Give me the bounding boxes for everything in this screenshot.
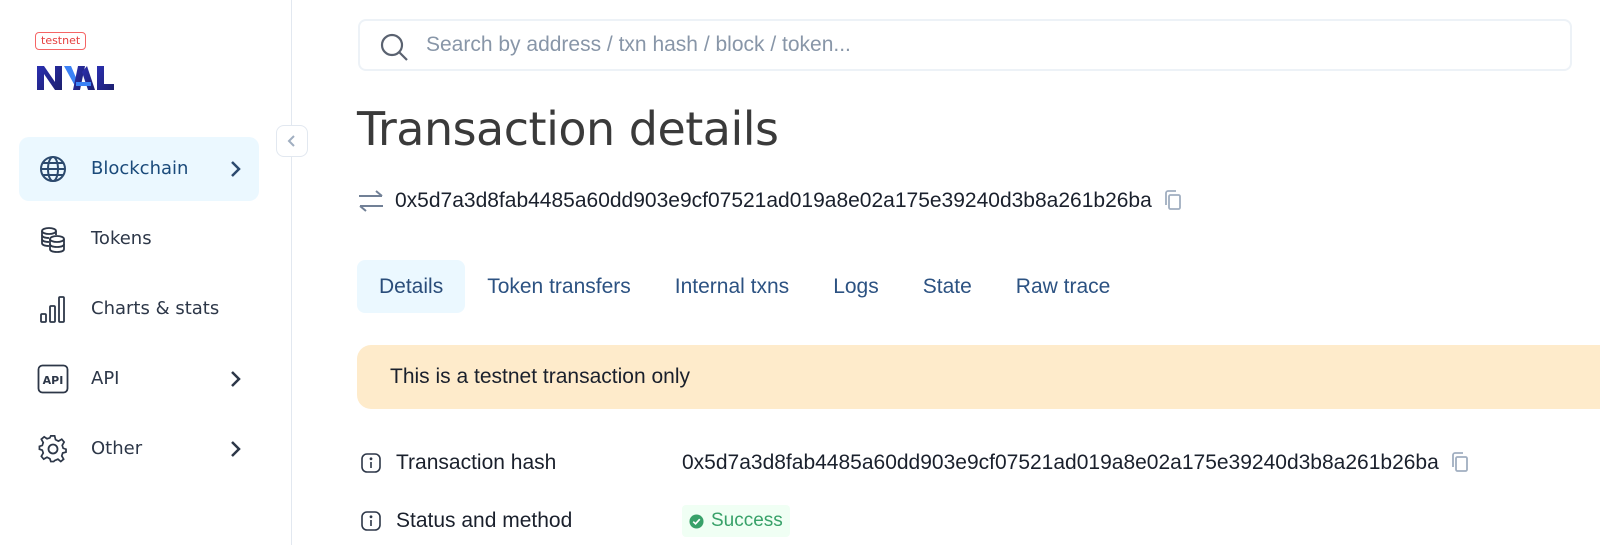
chevron-right-icon <box>231 441 241 457</box>
sidebar: testnet Blockchain Tokens Charts & stats… <box>0 0 292 545</box>
testnet-alert: This is a testnet transaction only <box>357 345 1600 409</box>
bar-chart-icon <box>37 293 69 325</box>
gear-icon <box>37 433 69 465</box>
tab-raw-trace[interactable]: Raw trace <box>994 260 1133 313</box>
sidebar-item-charts-stats[interactable]: Charts & stats <box>19 277 259 341</box>
sidebar-item-tokens[interactable]: Tokens <box>19 207 259 271</box>
network-badge: testnet <box>35 32 87 50</box>
detail-row-status: Status and method <box>360 506 572 536</box>
sidebar-item-api[interactable]: API API <box>19 347 259 411</box>
detail-label: Status and method <box>396 509 573 532</box>
sidebar-item-blockchain[interactable]: Blockchain <box>19 137 259 201</box>
transaction-hash-value: 0x5d7a3d8fab4485a60dd903e9cf07521ad019a8… <box>395 189 1152 212</box>
check-circle-icon <box>689 513 704 529</box>
search-icon <box>380 33 408 61</box>
tab-bar: Details Token transfers Internal txns Lo… <box>357 260 1132 313</box>
tab-token-transfers[interactable]: Token transfers <box>465 260 653 313</box>
sidebar-item-label: Blockchain <box>91 158 189 179</box>
transaction-hash-text: 0x5d7a3d8fab4485a60dd903e9cf07521ad019a8… <box>682 451 1439 474</box>
sidebar-item-other[interactable]: Other <box>19 417 259 481</box>
info-icon[interactable] <box>360 452 382 474</box>
tab-logs[interactable]: Logs <box>811 260 901 313</box>
coins-icon <box>37 223 69 255</box>
chevron-right-icon <box>231 161 241 177</box>
transaction-hash-header: 0x5d7a3d8fab4485a60dd903e9cf07521ad019a8… <box>357 186 1184 216</box>
status-text: Success <box>711 510 783 531</box>
api-icon: API <box>37 363 69 395</box>
page-title: Transaction details <box>357 102 779 156</box>
search-bar[interactable] <box>358 19 1572 71</box>
sidebar-item-label: Other <box>91 438 143 459</box>
nal-logo[interactable] <box>35 60 115 92</box>
sidebar-collapse-button[interactable] <box>276 125 308 157</box>
svg-text:API: API <box>43 374 64 387</box>
status-badge: Success <box>682 505 790 537</box>
info-icon[interactable] <box>360 510 382 532</box>
transfer-arrows-icon <box>359 190 383 212</box>
tab-state[interactable]: State <box>901 260 994 313</box>
copy-icon[interactable] <box>1449 451 1471 475</box>
sidebar-item-label: Charts & stats <box>91 298 220 319</box>
search-input[interactable] <box>426 21 1546 69</box>
copy-icon[interactable] <box>1162 189 1184 213</box>
tab-internal-txns[interactable]: Internal txns <box>653 260 811 313</box>
detail-label: Transaction hash <box>396 451 557 474</box>
sidebar-item-label: API <box>91 368 120 389</box>
tab-details[interactable]: Details <box>357 260 466 313</box>
sidebar-nav: Blockchain Tokens Charts & stats API API… <box>19 137 259 487</box>
chevron-right-icon <box>231 371 241 387</box>
chevron-left-icon <box>287 135 295 147</box>
detail-value-transaction-hash: 0x5d7a3d8fab4485a60dd903e9cf07521ad019a8… <box>682 448 1471 478</box>
sidebar-item-label: Tokens <box>91 228 152 249</box>
detail-row-transaction-hash: Transaction hash <box>360 448 556 478</box>
globe-icon <box>37 153 69 185</box>
